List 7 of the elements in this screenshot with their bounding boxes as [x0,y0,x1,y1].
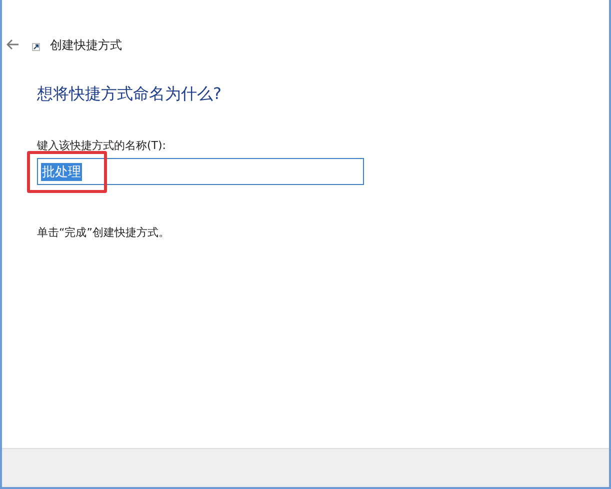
window-title: 创建快捷方式 [50,36,122,54]
instruction-text: 单击“完成”创建快捷方式。 [37,225,170,240]
field-label: 键入该快捷方式的名称(T): [37,138,168,153]
back-button[interactable] [6,39,20,51]
name-field[interactable]: 批处理 [37,158,364,185]
shortcut-icon [32,43,40,51]
page-heading: 想将快捷方式命名为什么? [37,84,222,105]
